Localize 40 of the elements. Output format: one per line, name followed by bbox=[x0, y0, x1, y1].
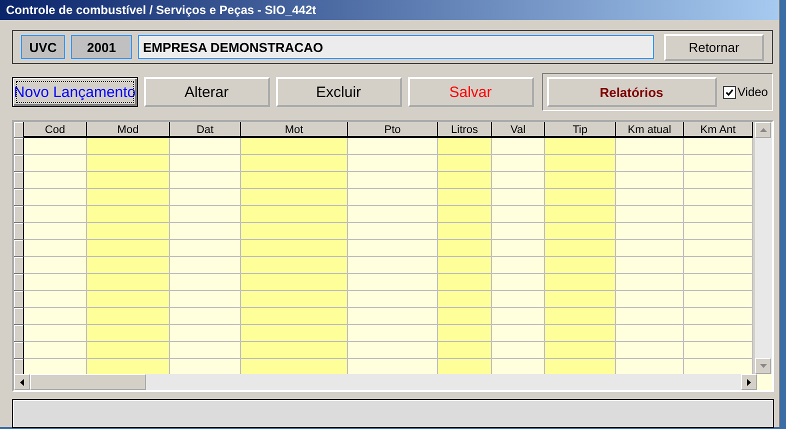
row-header[interactable] bbox=[14, 138, 24, 155]
video-label: Video bbox=[738, 85, 768, 99]
action-button[interactable]: Alterar bbox=[144, 77, 270, 107]
row-header[interactable] bbox=[14, 223, 24, 240]
row-header[interactable] bbox=[14, 274, 24, 291]
window-title: Controle de combustível / Serviços e Peças - SIO_442t bbox=[0, 0, 779, 20]
column-header[interactable]: Mot bbox=[241, 122, 348, 138]
corner-header[interactable] bbox=[14, 122, 24, 138]
action-button[interactable]: Excluir bbox=[276, 77, 402, 107]
row-header[interactable] bbox=[14, 325, 24, 342]
row-header[interactable] bbox=[14, 206, 24, 223]
return-button[interactable]: Retornar bbox=[664, 34, 764, 60]
year-label: 2001 bbox=[71, 35, 132, 59]
video-checkbox[interactable] bbox=[722, 86, 736, 98]
column-header[interactable]: Km atual bbox=[616, 122, 684, 138]
row-header[interactable] bbox=[14, 189, 24, 206]
column-header[interactable]: Cod bbox=[24, 122, 87, 138]
column-header[interactable]: Tip bbox=[545, 122, 616, 138]
row-header[interactable] bbox=[14, 155, 24, 172]
row-header[interactable] bbox=[14, 257, 24, 274]
action-button[interactable]: Novo Lançamento bbox=[12, 77, 138, 107]
scrollbar-thumb[interactable] bbox=[30, 374, 146, 390]
scroll-up-icon[interactable] bbox=[755, 122, 771, 138]
grid-corner bbox=[757, 374, 772, 390]
unit-code: UVC bbox=[21, 35, 65, 59]
reports-button[interactable]: Relatórios bbox=[546, 77, 716, 107]
row-header[interactable] bbox=[14, 308, 24, 325]
scroll-left-icon[interactable] bbox=[14, 374, 30, 390]
column-header[interactable]: Litros bbox=[438, 122, 492, 138]
row-header[interactable] bbox=[14, 172, 24, 189]
company-field: EMPRESA DEMONSTRACAO bbox=[138, 35, 654, 59]
column-header[interactable]: Mod bbox=[87, 122, 170, 138]
column-header[interactable]: Dat bbox=[170, 122, 241, 138]
column-header[interactable]: Km Ant bbox=[684, 122, 753, 138]
column-header[interactable]: Val bbox=[492, 122, 545, 138]
row-header[interactable] bbox=[14, 240, 24, 257]
scroll-right-icon[interactable] bbox=[741, 374, 757, 390]
row-header[interactable] bbox=[14, 342, 24, 359]
column-header[interactable]: Pto bbox=[348, 122, 438, 138]
row-header[interactable] bbox=[14, 291, 24, 308]
